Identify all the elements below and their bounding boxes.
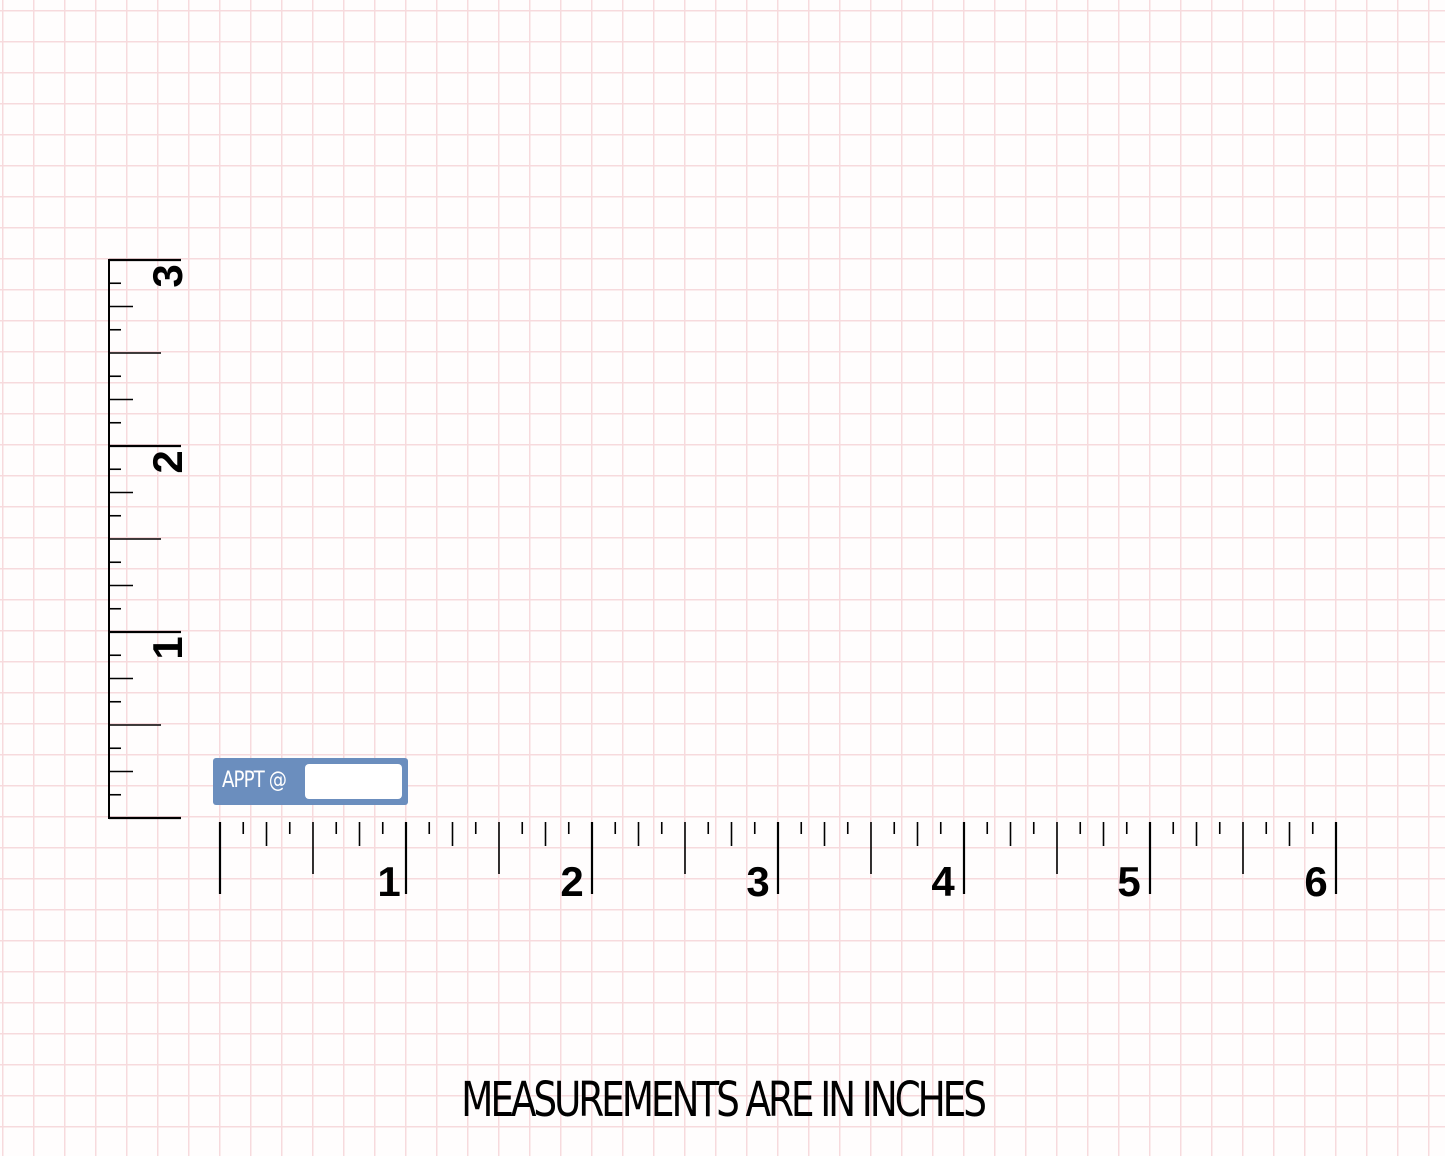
h-ruler-label-6: 6 [1304,858,1327,905]
appt-sticker-label: APPT @ [222,768,287,793]
h-ruler-label-4: 4 [931,858,955,905]
appt-sticker-write-box [305,764,402,799]
vertical-ruler-ticks [108,258,181,820]
appt-sticker: APPT @ [213,758,408,805]
h-ruler-label-3: 3 [746,858,769,905]
h-ruler-label-5: 5 [1117,858,1140,905]
v-ruler-label-1: 1 [144,636,191,659]
h-ruler-label-1: 1 [377,858,400,905]
rulers: 1 2 3 4 5 6 1 2 3 [108,258,1338,905]
measurements-caption: MEASUREMENTS ARE IN INCHES [461,1072,987,1128]
v-ruler-label-3: 3 [144,264,191,287]
h-ruler-label-2: 2 [560,858,583,905]
v-ruler-label-2: 2 [144,450,191,473]
